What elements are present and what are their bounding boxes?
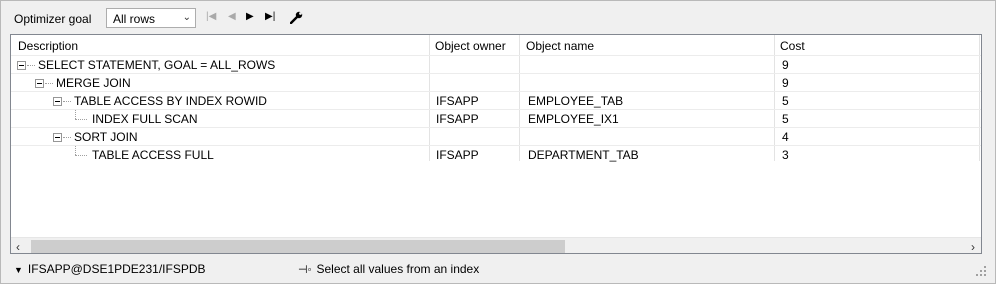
- tree-connector: [45, 83, 53, 84]
- horizontal-scrollbar[interactable]: ‹ ›: [11, 237, 981, 253]
- optimizer-goal-dropdown[interactable]: All rows ⌄: [106, 8, 196, 28]
- connection-selector[interactable]: ▼ IFSAPP@DSE1PDE231/IFSPDB: [14, 262, 206, 276]
- collapse-toggle-icon[interactable]: [53, 133, 62, 142]
- connection-label: IFSAPP@DSE1PDE231/IFSPDB: [27, 262, 206, 276]
- cost-cell: 5: [782, 94, 789, 108]
- toolbar: Optimizer goal All rows ⌄ |◀ ◀ ▶ ▶|: [0, 2, 996, 32]
- column-header-cost[interactable]: Cost: [780, 39, 805, 53]
- execution-plan-grid: Description Object owner Object name Cos…: [10, 34, 982, 254]
- object-owner-cell: IFSAPP: [436, 112, 479, 126]
- plan-row[interactable]: MERGE JOIN 9: [11, 73, 981, 92]
- next-record-icon[interactable]: ▶: [246, 10, 254, 24]
- plan-description: INDEX FULL SCAN: [92, 112, 198, 126]
- plan-row[interactable]: TABLE ACCESS FULL IFSAPP DEPARTMENT_TAB 3: [11, 145, 981, 164]
- plan-description: TABLE ACCESS BY INDEX ROWID: [74, 94, 267, 108]
- object-name-cell: DEPARTMENT_TAB: [528, 148, 639, 162]
- tree-connector: [27, 65, 35, 66]
- collapse-toggle-icon[interactable]: [17, 61, 26, 70]
- grid-header: Description Object owner Object name Cos…: [11, 35, 981, 55]
- tree-connector: [63, 101, 71, 102]
- tree-connector: [75, 155, 87, 156]
- object-owner-cell: IFSAPP: [436, 94, 479, 108]
- plan-row[interactable]: SELECT STATEMENT, GOAL = ALL_ROWS 9: [11, 55, 981, 74]
- cost-cell: 9: [782, 58, 789, 72]
- object-name-cell: EMPLOYEE_TAB: [528, 94, 624, 108]
- resize-grip-icon[interactable]: [976, 266, 986, 276]
- cost-cell: 4: [782, 130, 789, 144]
- collapse-toggle-icon[interactable]: [35, 79, 44, 88]
- scroll-left-icon[interactable]: ‹: [16, 240, 20, 253]
- column-header-object-name[interactable]: Object name: [526, 39, 594, 53]
- collapse-toggle-icon[interactable]: [53, 97, 62, 106]
- scroll-right-icon[interactable]: ›: [971, 240, 975, 253]
- object-name-cell: EMPLOYEE_IX1: [528, 112, 619, 126]
- first-record-icon[interactable]: |◀: [206, 10, 216, 24]
- column-header-description[interactable]: Description: [18, 39, 78, 53]
- object-owner-cell: IFSAPP: [436, 148, 479, 162]
- scrollbar-thumb[interactable]: [31, 240, 565, 253]
- column-header-object-owner[interactable]: Object owner: [435, 39, 506, 53]
- tree-connector: [75, 146, 76, 155]
- chevron-down-icon: ⌄: [182, 12, 191, 23]
- previous-record-icon[interactable]: ◀: [228, 10, 236, 24]
- plan-row[interactable]: TABLE ACCESS BY INDEX ROWID IFSAPP EMPLOYE…: [11, 91, 981, 110]
- optimizer-goal-value: All rows: [113, 12, 156, 26]
- tree-connector: [75, 119, 87, 120]
- caret-down-icon: ▼: [14, 265, 23, 275]
- index-scan-icon: ⊣◦: [298, 264, 312, 276]
- last-record-icon[interactable]: ▶|: [265, 10, 275, 24]
- tree-connector: [75, 110, 76, 119]
- operation-hint-text: Select all values from an index: [316, 262, 480, 276]
- operation-hint: ⊣◦ Select all values from an index: [298, 262, 479, 276]
- plan-row[interactable]: INDEX FULL SCAN IFSAPP EMPLOYEE_IX1 5: [11, 109, 981, 128]
- optimizer-goal-label: Optimizer goal: [14, 12, 92, 26]
- wrench-icon[interactable]: [290, 11, 303, 24]
- cost-cell: 9: [782, 76, 789, 90]
- plan-description: TABLE ACCESS FULL: [92, 148, 214, 162]
- status-bar: ▼ IFSAPP@DSE1PDE231/IFSPDB ⊣◦ Select all v…: [0, 256, 996, 282]
- plan-description: SORT JOIN: [74, 130, 138, 144]
- tree-connector: [63, 137, 71, 138]
- plan-description: MERGE JOIN: [56, 76, 131, 90]
- plan-row[interactable]: SORT JOIN 4: [11, 127, 981, 146]
- cost-cell: 3: [782, 148, 789, 162]
- cost-cell: 5: [782, 112, 789, 126]
- plan-description: SELECT STATEMENT, GOAL = ALL_ROWS: [38, 58, 276, 72]
